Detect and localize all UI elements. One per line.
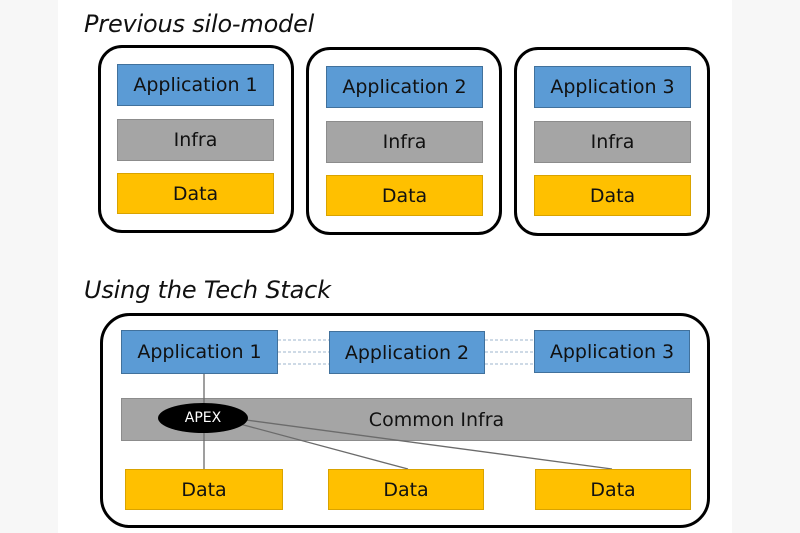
silo-2-application: Application 2 — [326, 66, 483, 108]
stack-data-1: Data — [125, 469, 283, 510]
silo-1-infra: Infra — [117, 119, 274, 161]
silo-3-data: Data — [534, 175, 691, 216]
stack-data-3: Data — [535, 469, 691, 510]
silo-2-data: Data — [326, 175, 483, 216]
silo-section-title: Previous silo-model — [84, 10, 315, 38]
stack-application-2: Application 2 — [329, 331, 485, 374]
silo-3-application: Application 3 — [534, 66, 691, 108]
stack-application-1: Application 1 — [121, 330, 278, 374]
silo-3-infra: Infra — [534, 121, 691, 163]
silo-1-data: Data — [117, 173, 274, 214]
stack-section-title: Using the Tech Stack — [84, 276, 331, 304]
stack-application-3: Application 3 — [534, 330, 690, 373]
stack-data-2: Data — [328, 469, 484, 510]
apex-node: APEX — [158, 403, 248, 433]
silo-2-infra: Infra — [326, 121, 483, 163]
silo-1-application: Application 1 — [117, 64, 274, 106]
